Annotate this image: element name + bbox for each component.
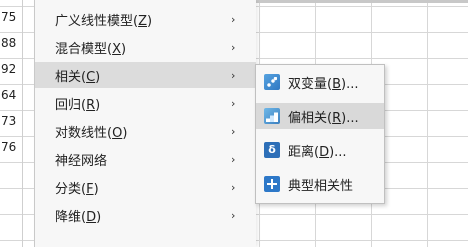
analyze-dropdown-menu: 广义线性模型(Z) › 混合模型(X) › 相关(C) › 回归(R) › 对数… (34, 0, 256, 247)
distance-icon: δ (264, 142, 280, 158)
chevron-right-icon: › (231, 12, 236, 26)
cell-value[interactable]: 88 (1, 32, 21, 54)
menu-item-label: 神经网络 (55, 153, 108, 169)
menu-item-regression[interactable]: 回归(R) › (35, 90, 256, 116)
bivariate-icon (264, 74, 280, 90)
chevron-right-icon: › (231, 180, 236, 194)
submenu-item-canonical-correlation[interactable]: 典型相关性 (256, 171, 384, 197)
cell-value[interactable]: 64 (1, 84, 21, 106)
cell-value[interactable]: 75 (1, 6, 21, 28)
menu-item-generalized-linear-models[interactable]: 广义线性模型(Z) › (35, 6, 256, 32)
menu-item-classify[interactable]: 分类(F) › (35, 174, 256, 200)
submenu-item-label: 距离(D)... (288, 144, 347, 160)
canonical-correlation-icon (264, 176, 280, 192)
menu-item-dimension-reduction[interactable]: 降维(D) › (35, 202, 256, 228)
partial-icon (264, 108, 280, 124)
menu-item-neural-networks[interactable]: 神经网络 › (35, 146, 256, 172)
cell-value[interactable]: 73 (1, 110, 21, 132)
menu-item-label: 分类(F) (55, 181, 99, 197)
menu-item-label: 回归(R) (55, 97, 101, 113)
submenu-item-label: 典型相关性 (288, 178, 354, 194)
submenu-item-partial[interactable]: 偏相关(R)... (256, 103, 384, 129)
menu-item-mixed-models[interactable]: 混合模型(X) › (35, 34, 256, 60)
chevron-right-icon: › (231, 208, 236, 222)
chevron-right-icon: › (231, 152, 236, 166)
submenu-item-distances[interactable]: δ 距离(D)... (256, 137, 384, 163)
correlate-submenu: 双变量(B)... 偏相关(R)... δ 距离(D)... 典型相关性 (255, 64, 385, 204)
menu-item-label: 对数线性(O) (55, 125, 128, 141)
menu-item-label: 广义线性模型(Z) (55, 13, 153, 29)
chevron-right-icon: › (231, 40, 236, 54)
submenu-item-bivariate[interactable]: 双变量(B)... (256, 69, 384, 95)
menu-item-loglinear[interactable]: 对数线性(O) › (35, 118, 256, 144)
menu-item-label: 降维(D) (55, 209, 102, 225)
submenu-item-label: 偏相关(R)... (288, 110, 359, 126)
chevron-right-icon: › (231, 124, 236, 138)
cell-value[interactable]: 92 (1, 58, 21, 80)
submenu-item-label: 双变量(B)... (288, 76, 359, 92)
cell-value[interactable]: 76 (1, 136, 21, 158)
chevron-right-icon: › (231, 96, 236, 110)
menu-item-label: 混合模型(X) (55, 41, 127, 57)
chevron-right-icon: › (231, 68, 236, 82)
menu-item-correlate[interactable]: 相关(C) › (35, 62, 256, 88)
data-column: 75 88 92 64 73 76 (0, 0, 23, 247)
menu-item-label: 相关(C) (55, 69, 101, 85)
column-header-strip (255, 0, 468, 3)
